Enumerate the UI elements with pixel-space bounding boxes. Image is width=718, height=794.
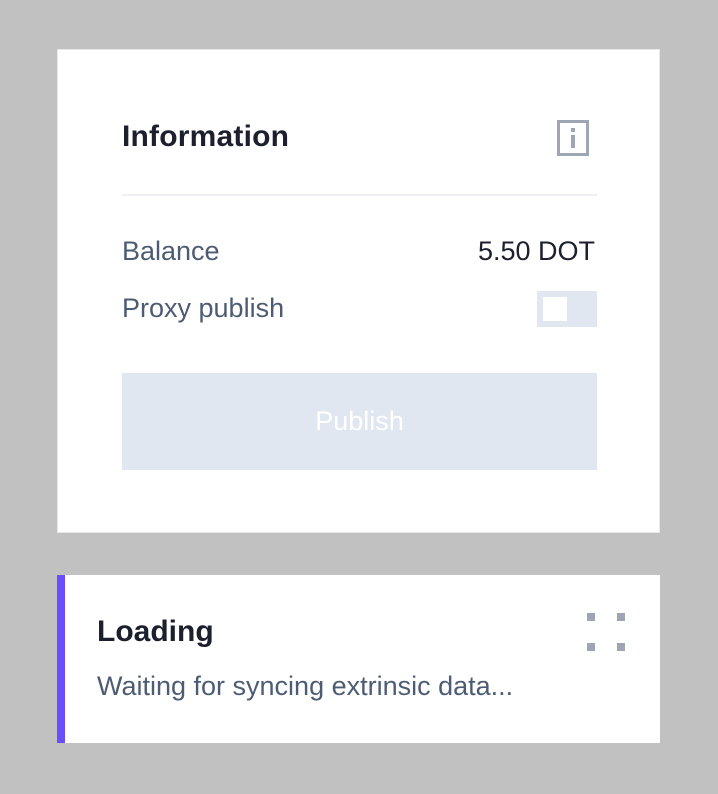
loading-accent-bar [57,575,65,743]
drag-dot [617,643,625,651]
drag-handle-icon[interactable] [583,609,629,655]
proxy-publish-toggle[interactable] [537,291,597,327]
loading-title: Loading [97,615,214,648]
balance-label: Balance [122,236,220,266]
drag-dot [617,613,625,621]
information-card: Information Balance 5.50 DOT Proxy publi… [57,49,660,533]
info-icon[interactable] [557,120,589,156]
drag-dot [587,643,595,651]
publish-button[interactable]: Publish [122,373,597,470]
loading-card: Loading Waiting for syncing extrinsic da… [57,575,660,743]
header-divider [122,194,597,196]
balance-value: 5.50 DOT [477,236,595,266]
proxy-publish-label: Proxy publish [122,293,285,323]
loading-message: Waiting for syncing extrinsic data... [97,671,514,701]
drag-dot [587,613,595,621]
information-title: Information [122,120,290,153]
proxy-publish-toggle-knob [543,297,567,321]
